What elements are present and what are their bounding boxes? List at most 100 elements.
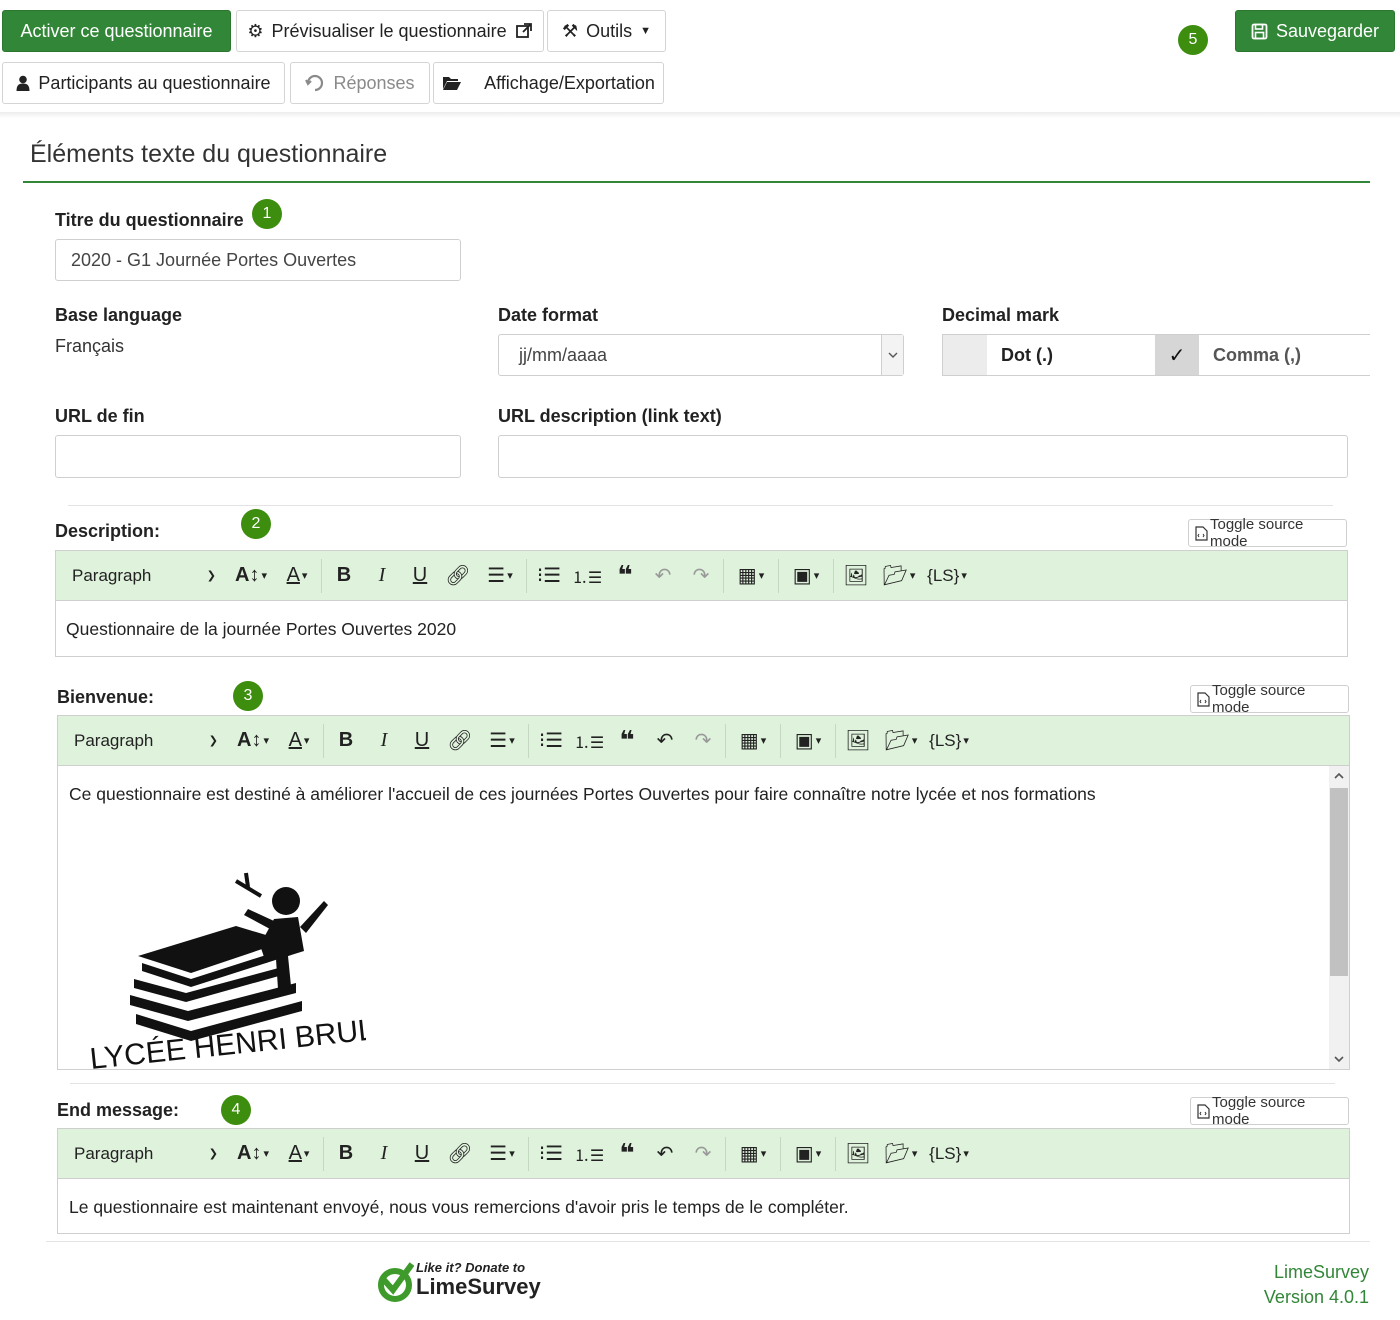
tools-icon: ⚒ bbox=[561, 20, 579, 41]
participants-button[interactable]: Participants au questionnaire bbox=[2, 62, 285, 104]
comma-option[interactable]: Comma (,) bbox=[1199, 335, 1370, 375]
display-export-button[interactable]: Affichage/Exportation bbox=[433, 62, 664, 104]
scroll-down-icon[interactable] bbox=[1329, 1049, 1349, 1069]
end-url-input[interactable] bbox=[55, 435, 461, 478]
bold-button[interactable]: B bbox=[328, 724, 364, 758]
survey-title-input[interactable]: 2020 - G1 Journée Portes Ouvertes bbox=[55, 239, 461, 281]
chevron-down-icon: ▾ bbox=[509, 1148, 515, 1160]
numbered-list-button[interactable]: ⒈☰ bbox=[571, 1137, 607, 1171]
redo-button[interactable]: ↷ bbox=[685, 1137, 721, 1171]
paragraph-dropdown[interactable]: Paragraph ❯ bbox=[58, 731, 228, 751]
bulleted-list-button[interactable]: ⁝☰ bbox=[533, 724, 569, 758]
dot-checkbox[interactable] bbox=[943, 335, 987, 375]
paragraph-label: Paragraph bbox=[72, 565, 152, 585]
toolbar-separator bbox=[835, 1136, 836, 1171]
text-color-button[interactable]: A ▾ bbox=[277, 559, 317, 593]
undo-button[interactable]: ↶ bbox=[647, 1137, 683, 1171]
undo-button[interactable]: ↶ bbox=[645, 559, 681, 593]
save-badge: 5 bbox=[1178, 25, 1208, 55]
blockquote-button[interactable]: ❝ bbox=[609, 724, 645, 758]
file-manager-button[interactable]: 📂︎ ▾ bbox=[878, 1137, 924, 1171]
media-button[interactable]: ▣ ▾ bbox=[783, 559, 829, 593]
undo-button[interactable]: ↶ bbox=[647, 724, 683, 758]
description-badge: 2 bbox=[241, 509, 271, 539]
end-message-editor[interactable]: Paragraph ❯ A↕ ▾ A ▾ B I U 🔗︎ ☰ ▾ ⁝☰ ⒈☰ ❝ ↶ … bbox=[57, 1128, 1350, 1234]
redo-button[interactable]: ↷ bbox=[683, 559, 719, 593]
media-button[interactable]: ▣ ▾ bbox=[785, 1137, 831, 1171]
file-manager-button[interactable]: 📂︎ ▾ bbox=[878, 724, 924, 758]
end-message-toggle-source-button[interactable]: Toggle source mode bbox=[1190, 1094, 1349, 1128]
table-button[interactable]: ▦ ▾ bbox=[728, 559, 774, 593]
chevron-down-icon: ❯ bbox=[208, 1148, 218, 1160]
expression-button[interactable]: {LS} ▾ bbox=[926, 724, 972, 758]
end-message-badge: 4 bbox=[221, 1095, 251, 1125]
toolbar-separator bbox=[323, 723, 324, 758]
image-button[interactable]: 🖼︎ bbox=[840, 724, 876, 758]
paragraph-dropdown[interactable]: Paragraph ❯ bbox=[56, 566, 226, 586]
url-description-input[interactable] bbox=[498, 435, 1348, 478]
text-color-icon: A bbox=[286, 564, 300, 586]
align-button[interactable]: ☰ ▾ bbox=[480, 724, 524, 758]
text-color-button[interactable]: A ▾ bbox=[279, 724, 319, 758]
media-button[interactable]: ▣ ▾ bbox=[785, 724, 831, 758]
bold-button[interactable]: B bbox=[326, 559, 362, 593]
source-file-icon bbox=[1197, 1103, 1210, 1119]
activate-survey-button[interactable]: Activer ce questionnaire bbox=[2, 10, 231, 52]
numbered-list-button[interactable]: ⒈☰ bbox=[571, 724, 607, 758]
description-toggle-source-button[interactable]: Toggle source mode bbox=[1188, 516, 1347, 550]
description-editor[interactable]: Paragraph ❯ A↕ ▾ A ▾ B I U 🔗︎ ☰ ▾ ⁝☰ ⒈☰ ❝ ↶ … bbox=[55, 550, 1348, 657]
file-manager-button[interactable]: 📂︎ ▾ bbox=[876, 559, 922, 593]
base-language-value: Français bbox=[55, 336, 125, 356]
scroll-up-icon[interactable] bbox=[1329, 766, 1349, 786]
underline-button[interactable]: U bbox=[402, 559, 438, 593]
link-icon: 🔗︎ bbox=[445, 565, 471, 587]
welcome-editor[interactable]: Paragraph ❯ A↕ ▾ A ▾ B I U 🔗︎ ☰ ▾ ⁝☰ ⒈☰ ❝ ↶ … bbox=[57, 715, 1350, 1070]
table-button[interactable]: ▦ ▾ bbox=[730, 724, 776, 758]
tools-dropdown-button[interactable]: ⚒ Outils ▼ bbox=[547, 10, 666, 52]
scroll-thumb[interactable] bbox=[1330, 788, 1348, 976]
bulleted-list-button[interactable]: ⁝☰ bbox=[533, 1137, 569, 1171]
font-size-button[interactable]: A↕ ▾ bbox=[229, 724, 277, 758]
underline-button[interactable]: U bbox=[404, 1137, 440, 1171]
underline-button[interactable]: U bbox=[404, 724, 440, 758]
donate-link[interactable]: Like it? Donate to LimeSurvey bbox=[376, 1258, 546, 1306]
align-button[interactable]: ☰ ▾ bbox=[480, 1137, 524, 1171]
blockquote-button[interactable]: ❝ bbox=[607, 559, 643, 593]
link-button[interactable]: 🔗︎ bbox=[442, 724, 478, 758]
expression-button[interactable]: {LS} ▾ bbox=[924, 559, 970, 593]
footer-product-name[interactable]: LimeSurvey bbox=[1274, 1262, 1369, 1283]
font-size-button[interactable]: A↕ ▾ bbox=[229, 1137, 277, 1171]
chevron-down-icon: ▾ bbox=[909, 570, 916, 582]
chevron-down-icon: ❯ bbox=[208, 735, 218, 747]
image-button[interactable]: 🖼︎ bbox=[840, 1137, 876, 1171]
link-button[interactable]: 🔗︎ bbox=[442, 1137, 478, 1171]
italic-button[interactable]: I bbox=[366, 1137, 402, 1171]
blockquote-button[interactable]: ❝ bbox=[609, 1137, 645, 1171]
date-format-select[interactable]: jj/mm/aaaa bbox=[498, 334, 904, 376]
italic-button[interactable]: I bbox=[364, 559, 400, 593]
topbar-shadow bbox=[0, 112, 1400, 118]
link-button[interactable]: 🔗︎ bbox=[440, 559, 476, 593]
responses-button[interactable]: Réponses bbox=[290, 62, 430, 104]
bulleted-list-button[interactable]: ⁝☰ bbox=[531, 559, 567, 593]
expression-button[interactable]: {LS} ▾ bbox=[926, 1137, 972, 1171]
bold-button[interactable]: B bbox=[328, 1137, 364, 1171]
responses-icon bbox=[305, 74, 325, 92]
welcome-toggle-source-button[interactable]: Toggle source mode bbox=[1190, 682, 1349, 716]
preview-survey-button[interactable]: ⚙ Prévisualiser le questionnaire bbox=[236, 10, 544, 52]
limesurvey-logo-icon bbox=[378, 1262, 414, 1302]
paragraph-dropdown[interactable]: Paragraph ❯ bbox=[58, 1144, 228, 1164]
welcome-scrollbar[interactable] bbox=[1329, 766, 1349, 1069]
save-button[interactable]: Sauvegarder bbox=[1235, 10, 1395, 52]
align-button[interactable]: ☰ ▾ bbox=[478, 559, 522, 593]
redo-button[interactable]: ↷ bbox=[685, 724, 721, 758]
comma-checkbox[interactable]: ✓ bbox=[1155, 335, 1199, 375]
italic-button[interactable]: I bbox=[366, 724, 402, 758]
numbered-list-button[interactable]: ⒈☰ bbox=[569, 559, 605, 593]
table-button[interactable]: ▦ ▾ bbox=[730, 1137, 776, 1171]
font-size-button[interactable]: A↕ ▾ bbox=[227, 559, 275, 593]
dot-option[interactable]: Dot (.) bbox=[987, 335, 1155, 375]
text-color-button[interactable]: A ▾ bbox=[279, 1137, 319, 1171]
italic-icon: I bbox=[380, 1142, 388, 1164]
image-button[interactable]: 🖼︎ bbox=[838, 559, 874, 593]
